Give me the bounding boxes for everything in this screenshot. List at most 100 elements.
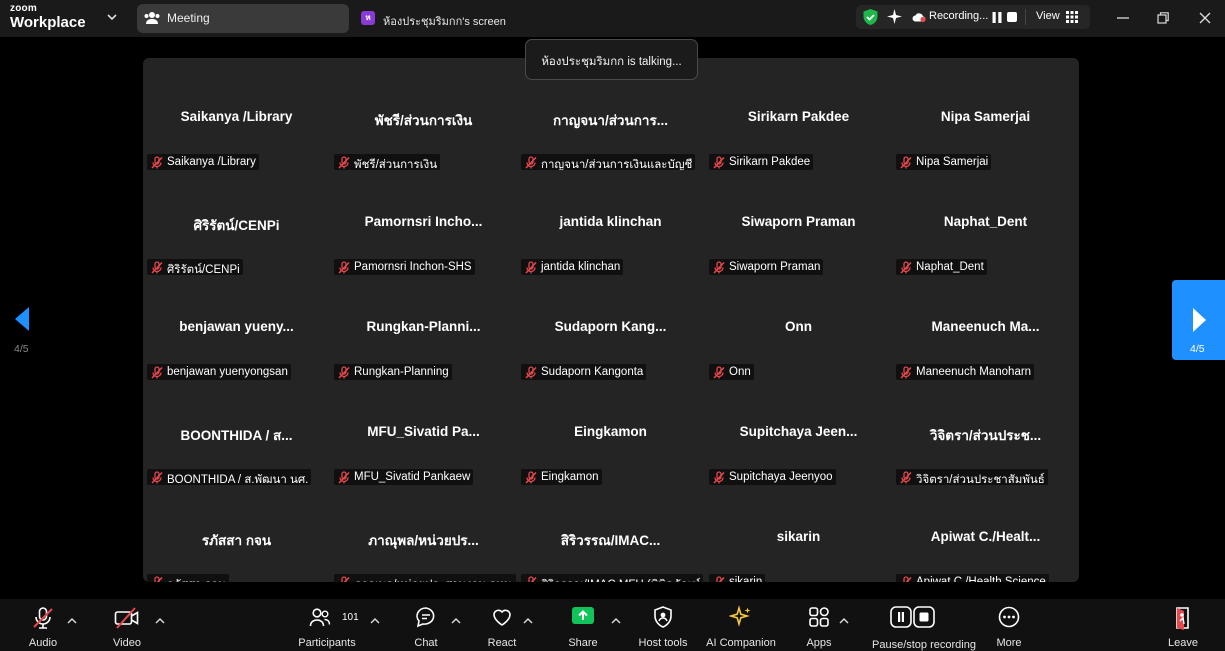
participant-tile[interactable]: Eingkamon Eingkamon <box>517 381 704 486</box>
chevron-up-icon[interactable] <box>370 617 380 625</box>
participant-name-tag: Supitchaya Jeenyoo <box>709 469 836 485</box>
participant-tile[interactable]: BOONTHIDA / ส... BOONTHIDA / ส.พัฒนา นศ. <box>143 381 330 486</box>
participant-tile[interactable]: Naphat_Dent Naphat_Dent <box>892 171 1079 276</box>
leave-icon <box>1176 607 1189 630</box>
restore-icon[interactable] <box>1153 8 1173 28</box>
talking-indicator: ห้องประชุมริมกก is talking... <box>525 39 698 80</box>
leave-label: Leave <box>1168 637 1198 649</box>
participant-name-tag: Naphat_Dent <box>896 259 987 275</box>
participant-name: Onn <box>729 366 751 378</box>
react-button[interactable]: React <box>481 603 523 649</box>
participant-tile[interactable]: Maneenuch Ma... Maneenuch Manoharn <box>892 276 1079 381</box>
previous-page-button[interactable]: 4/5 <box>8 305 38 357</box>
participant-tile[interactable]: sikarin sikarin <box>705 486 892 582</box>
pause-icon[interactable] <box>992 12 1002 23</box>
participant-tile[interactable]: รภัสสา กจนรภัสสา กจน <box>143 486 330 582</box>
participant-name-tag: กาญจนา/ส่วนการเงินและบัญชี <box>521 154 696 170</box>
participant-tile[interactable]: Onn Onn <box>705 276 892 381</box>
participant-name-tag: Eingkamon <box>521 469 602 485</box>
participant-name-tag: Rungkan-Planning <box>334 364 452 380</box>
chat-button[interactable]: Chat <box>405 603 447 649</box>
view-button[interactable]: View <box>1036 10 1060 22</box>
microphone-muted-icon <box>337 366 351 379</box>
title-bar: zoom Workplace Meeting ห ห้องประชุมริมกก… <box>0 0 1225 37</box>
apps-button[interactable]: Apps <box>798 603 840 649</box>
participants-button[interactable]: 101 Participants <box>298 603 359 649</box>
microphone-muted-icon <box>150 156 164 169</box>
grid-view-icon[interactable] <box>1066 11 1078 23</box>
arrow-left-icon <box>15 307 29 331</box>
next-page-button[interactable]: 4/5 <box>1172 280 1225 360</box>
participant-name-tag: รภัสสา กจน <box>147 574 230 582</box>
participant-name: รภัสสา กจน <box>167 579 226 582</box>
video-button[interactable]: Video <box>106 603 148 649</box>
ai-sparkle-icon <box>729 605 751 627</box>
participant-tile[interactable]: Pamornsri Incho... Pamornsri Inchon-SHS <box>330 171 517 276</box>
host-tools-button[interactable]: Host tools <box>639 603 687 649</box>
leave-button[interactable]: Leave <box>1162 603 1204 649</box>
participant-tile[interactable]: สิริวรรณ/IMAC... สิริวรรณ/IMAC MFU (พิพิธ… <box>517 486 704 582</box>
share-button[interactable]: Share <box>562 603 604 649</box>
chevron-up-icon[interactable] <box>611 617 621 625</box>
participant-tile[interactable]: Sirikarn Pakdee Sirikarn Pakdee <box>705 66 892 171</box>
chevron-up-icon[interactable] <box>67 617 77 625</box>
chat-icon <box>416 607 435 628</box>
minimize-icon[interactable] <box>1113 8 1133 28</box>
participant-tile[interactable]: MFU_Sivatid Pa... MFU_Sivatid Pankaew <box>330 381 517 486</box>
tab-shared-screen[interactable]: ห ห้องประชุมริมกก's screen <box>357 4 557 33</box>
audio-button[interactable]: Audio <box>22 603 64 649</box>
ai-companion-button[interactable]: AI Companion <box>706 603 776 649</box>
participant-display-name: ศิริรัตน์/CENPi <box>193 218 280 233</box>
participant-tile[interactable]: วิจิตรา/ส่วนประช... วิจิตรา/ส่วนประชาสัมพ… <box>892 381 1079 486</box>
participant-tile[interactable]: Siwaporn Praman Siwaporn Praman <box>705 171 892 276</box>
participant-name-tag: Siwaporn Praman <box>709 259 824 275</box>
participant-name: Sudaporn Kangonta <box>541 366 644 378</box>
chevron-up-icon[interactable] <box>155 617 165 625</box>
participant-tile[interactable]: Sudaporn Kang... Sudaporn Kangonta <box>517 276 704 381</box>
participant-tile[interactable]: Supitchaya Jeen... Supitchaya Jeenyoo <box>705 381 892 486</box>
participant-name-tag: jantida klinchan <box>521 259 624 275</box>
chevron-up-icon[interactable] <box>839 617 849 625</box>
participant-display-name: Naphat_Dent <box>943 214 1028 229</box>
close-icon[interactable] <box>1195 8 1215 28</box>
microphone-muted-icon <box>712 261 726 274</box>
participant-name-tag: Maneenuch Manoharn <box>896 364 1035 380</box>
participant-tile[interactable]: jantida klinchan jantida klinchan <box>517 171 704 276</box>
avatar: ห <box>361 11 375 25</box>
microphone-muted-icon <box>712 576 726 582</box>
participant-tile[interactable]: Rungkan-Planni... Rungkan-Planning <box>330 276 517 381</box>
brand-zoom: zoom <box>10 3 37 14</box>
participant-name-tag: ภาณุพล/หน่วยประสานงาน กทม. <box>334 574 516 582</box>
participant-display-name: Sudaporn Kang... <box>554 319 667 334</box>
video-label: Video <box>113 637 141 649</box>
participant-tile[interactable]: Apiwat C./Healt... Apiwat C./Health Scien… <box>892 486 1079 582</box>
participants-label: Participants <box>298 637 356 649</box>
participants-icon <box>309 608 331 627</box>
participant-display-name: ภาณุพล/หน่วยปร... <box>368 533 479 548</box>
participant-name: สิริวรรณ/IMAC MFU (พิพิธภัณฑ์... <box>541 579 703 582</box>
chevron-up-icon[interactable] <box>451 617 461 625</box>
microphone-muted-icon <box>899 261 913 274</box>
chevron-up-icon[interactable] <box>523 617 533 625</box>
microphone-muted-icon <box>712 156 726 169</box>
participant-tile[interactable]: กาญจนา/ส่วนการ... กาญจนา/ส่วนการเงินและบั… <box>517 66 704 171</box>
microphone-muted-icon <box>524 471 538 484</box>
more-button[interactable]: More <box>988 603 1030 649</box>
pause-stop-recording-button[interactable]: Pause/stop recording <box>872 603 976 651</box>
participant-tile[interactable]: ศิริรัตน์/CENPi ศิริรัตน์/CENPi <box>143 171 330 276</box>
participant-name: Pamornsri Inchon-SHS <box>354 261 472 273</box>
microphone-muted-icon <box>524 576 538 582</box>
participant-tile[interactable]: พัชรี/ส่วนการเงิน พัชรี/ส่วนการเงิน <box>330 66 517 171</box>
sparkle-icon[interactable] <box>886 8 903 25</box>
participant-tile[interactable]: Saikanya /Library Saikanya /Library <box>143 66 330 171</box>
participant-tile[interactable]: Nipa Samerjai Nipa Samerjai <box>892 66 1079 171</box>
participant-tile[interactable]: benjawan yueny... benjawan yuenyongsan <box>143 276 330 381</box>
tab-meeting[interactable]: Meeting <box>137 4 349 33</box>
chevron-down-icon[interactable] <box>104 9 120 25</box>
participants-icon <box>144 12 160 24</box>
participant-display-name: รภัสสา กจน <box>201 533 272 548</box>
participant-name-tag: พัชรี/ส่วนการเงิน <box>334 154 441 170</box>
shield-check-icon[interactable] <box>862 8 879 26</box>
stop-icon[interactable] <box>1007 12 1017 22</box>
participant-tile[interactable]: ภาณุพล/หน่วยปร... ภาณุพล/หน่วยประสานงาน ก… <box>330 486 517 582</box>
